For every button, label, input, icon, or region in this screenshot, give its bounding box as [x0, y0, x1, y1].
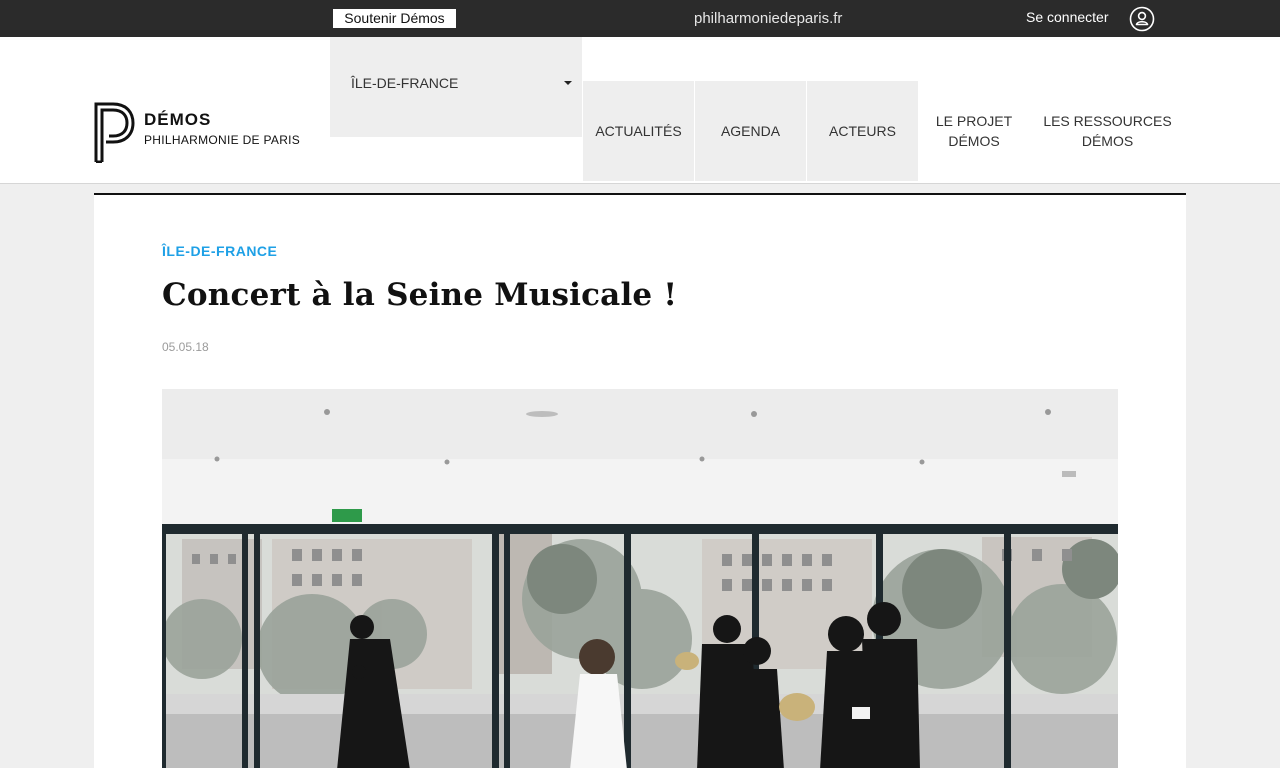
user-circle-icon[interactable]	[1129, 6, 1155, 32]
article-date: 05.05.18	[162, 340, 209, 354]
nav-item-label: LES RESSOURCES DÉMOS	[1043, 113, 1172, 149]
top-bar: Soutenir Démos philharmoniedeparis.fr Se…	[0, 0, 1280, 37]
nav-item-les-ressources-demos[interactable]: LES RESSOURCES DÉMOS	[1040, 81, 1175, 181]
region-select-value: ÎLE-DE-FRANCE	[351, 75, 459, 91]
brand-name[interactable]: DÉMOS	[144, 110, 211, 130]
article-title: Concert à la Seine Musicale !	[162, 277, 678, 313]
nav-item-label: ACTEURS	[829, 123, 896, 139]
philharmonie-site-link[interactable]: philharmoniedeparis.fr	[694, 9, 842, 28]
nav-item-label: ACTUALITÉS	[595, 123, 682, 139]
region-select[interactable]: ÎLE-DE-FRANCE	[330, 37, 582, 137]
article-container: ÎLE-DE-FRANCE Concert à la Seine Musical…	[94, 193, 1186, 768]
nav-item-actualites[interactable]: ACTUALITÉS	[583, 81, 694, 181]
article-category-link[interactable]: ÎLE-DE-FRANCE	[162, 243, 277, 259]
brand-subtitle: PHILHARMONIE DE PARIS	[144, 133, 301, 147]
demos-logo-icon[interactable]	[93, 101, 137, 163]
nav-item-le-projet-demos[interactable]: LE PROJET DÉMOS	[930, 81, 1018, 181]
article-photo	[162, 389, 1118, 768]
site-header: DÉMOS PHILHARMONIE DE PARIS ÎLE-DE-FRANC…	[0, 37, 1280, 184]
nav-item-label: AGENDA	[720, 123, 781, 139]
nav-item-label: LE PROJET DÉMOS	[935, 113, 1013, 149]
chevron-down-icon	[564, 81, 572, 85]
login-link[interactable]: Se connecter	[1026, 8, 1109, 27]
nav-item-acteurs[interactable]: ACTEURS	[807, 81, 918, 181]
nav-item-agenda[interactable]: AGENDA	[695, 81, 806, 181]
support-demos-button[interactable]: Soutenir Démos	[333, 9, 456, 28]
